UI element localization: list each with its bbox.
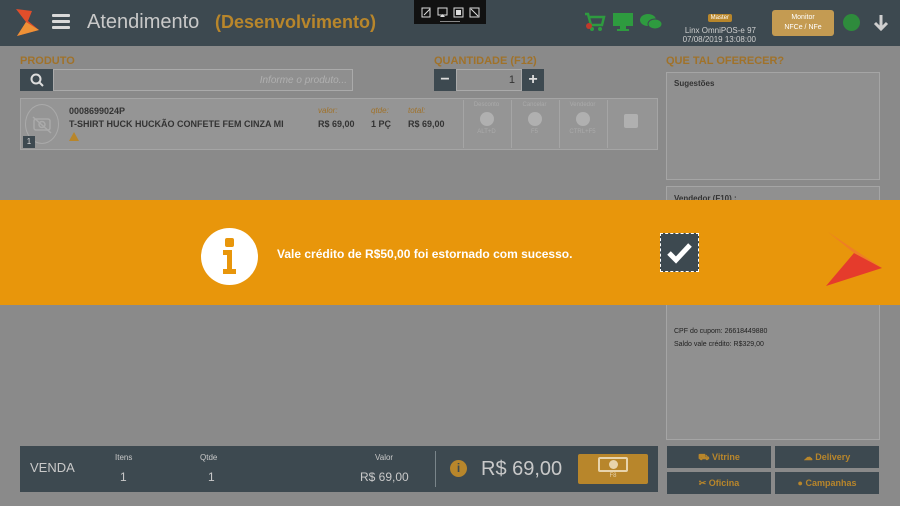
credit-balance-info: Saldo vale crédito: R$329,00 (674, 341, 764, 348)
cancel-item-button[interactable]: Cancelar F5 (511, 100, 557, 148)
campanhas-button[interactable]: ● Campanhas (775, 472, 879, 494)
suggestions-panel (666, 72, 880, 180)
search-icon (30, 73, 44, 87)
cash-icon (598, 457, 628, 472)
info-icon (201, 228, 258, 285)
item-valor: R$ 69,00 (318, 119, 355, 129)
page-title: Atendimento (87, 11, 200, 33)
discount-button[interactable]: Desconto ALT+D (463, 100, 509, 148)
search-button[interactable] (20, 69, 53, 91)
summary-divider (435, 451, 436, 487)
quantity-input[interactable]: 1 (456, 69, 522, 91)
cast-icon[interactable] (437, 7, 448, 18)
notification-message: Vale crédito de R$50,00 foi estornado co… (277, 247, 573, 261)
warning-icon (69, 132, 79, 141)
store-info: Master Linx OmniPOS-e 97 07/08/2019 13:0… (664, 6, 756, 44)
cancel-label: Cancelar (522, 102, 547, 108)
linx-logo-icon (16, 9, 39, 36)
monitor-icon[interactable] (612, 12, 634, 32)
item-index: 1 (23, 136, 35, 148)
vitrine-button[interactable]: ⛟ Vitrine (667, 446, 771, 468)
qtde-label: Qtde (200, 453, 218, 462)
discount-label: Desconto (473, 102, 500, 108)
oficina-button[interactable]: ✂ Oficina (667, 472, 771, 494)
globe-icon[interactable] (843, 14, 860, 31)
sale-total: R$ 69,00 (481, 458, 563, 480)
chat-icon[interactable] (639, 12, 663, 32)
suggestions-label: Sugestões (674, 79, 715, 88)
store-name: Linx OmniPOS-e 97 (684, 26, 756, 35)
tag-icon (479, 112, 494, 126)
seller-shortcut: CTRL+F5 (569, 129, 596, 135)
item-total-label: total: (408, 106, 426, 115)
header-bar: Atendimento (Desenvolvimento) Master Lin… (0, 0, 900, 46)
venda-label: VENDA (30, 460, 75, 475)
confirm-button[interactable] (660, 233, 699, 272)
linx-logo-icon (826, 218, 882, 286)
delivery-label: Delivery (815, 452, 851, 462)
toolbar-underline (440, 21, 460, 22)
floating-toolbar (414, 0, 486, 24)
monitor-sublabel: NFCe / NFe (784, 24, 822, 31)
product-search-input[interactable]: Informe o produto... (53, 69, 353, 91)
gift-icon (623, 114, 638, 128)
close-circle-icon (527, 112, 542, 126)
sale-summary-bar: VENDA Itens 1 Qtde 1 Valor R$ 69,00 i R$… (20, 446, 658, 492)
qtde-value: 1 (208, 470, 215, 484)
quantity-minus-button[interactable]: − (434, 69, 456, 91)
cancel-shortcut: F5 (530, 129, 538, 135)
info-icon[interactable]: i (450, 460, 467, 477)
edit-icon[interactable] (421, 7, 432, 18)
campanhas-label: Campanhas (805, 478, 857, 488)
item-qtde-label: qtde: (371, 106, 389, 115)
quantity-plus-button[interactable]: + (522, 69, 544, 91)
itens-value: 1 (120, 470, 127, 484)
gift-button[interactable] (607, 100, 653, 148)
seller-label: Vendedor (569, 102, 596, 108)
valor-label: Valor (375, 453, 394, 462)
item-total: R$ 69,00 (408, 119, 445, 129)
resize-icon[interactable] (469, 7, 480, 18)
item-description: T-SHIRT HUCK HUCKÃO CONFETE FEM CINZA MI (69, 119, 284, 129)
pay-shortcut: F8 (609, 473, 617, 479)
cart-item-row[interactable]: 1 0008699024P T-SHIRT HUCK HUCKÃO CONFET… (20, 98, 658, 150)
cart-icon[interactable] (584, 12, 606, 32)
suggestions-header: QUE TAL OFERECER? (666, 55, 785, 67)
discount-shortcut: ALT+D (477, 129, 496, 135)
window-icon[interactable] (453, 7, 464, 18)
check-icon (667, 243, 692, 264)
vitrine-label: Vitrine (711, 452, 740, 462)
quantity-label: QUANTIDADE (F12) (434, 55, 537, 67)
arrow-down-icon[interactable] (873, 14, 889, 32)
cpf-info: CPF do cupom: 26618449880 (674, 328, 768, 335)
master-badge: Master (707, 14, 732, 22)
seller-button[interactable]: Vendedor CTRL+F5 (559, 100, 605, 148)
produto-label: PRODUTO (20, 55, 75, 67)
environment-label: (Desenvolvimento) (215, 12, 377, 32)
oficina-label: Oficina (708, 478, 740, 488)
valor-value: R$ 69,00 (360, 470, 409, 484)
hamburger-icon[interactable] (52, 14, 70, 30)
item-code: 0008699024P (69, 106, 126, 116)
monitor-nfce-button[interactable]: Monitor NFCe / NFe (772, 10, 834, 36)
item-valor-label: valor: (318, 106, 338, 115)
itens-label: Itens (115, 453, 133, 462)
pay-button[interactable]: F8 (578, 454, 648, 484)
notification-banner: Vale crédito de R$50,00 foi estornado co… (0, 200, 900, 305)
plus-circle-icon (575, 112, 590, 126)
monitor-label: Monitor (791, 14, 815, 21)
item-qtde: 1 PÇ (371, 119, 392, 129)
store-datetime: 07/08/2019 13:08:00 (682, 35, 756, 44)
delivery-button[interactable]: ☁ Delivery (775, 446, 879, 468)
